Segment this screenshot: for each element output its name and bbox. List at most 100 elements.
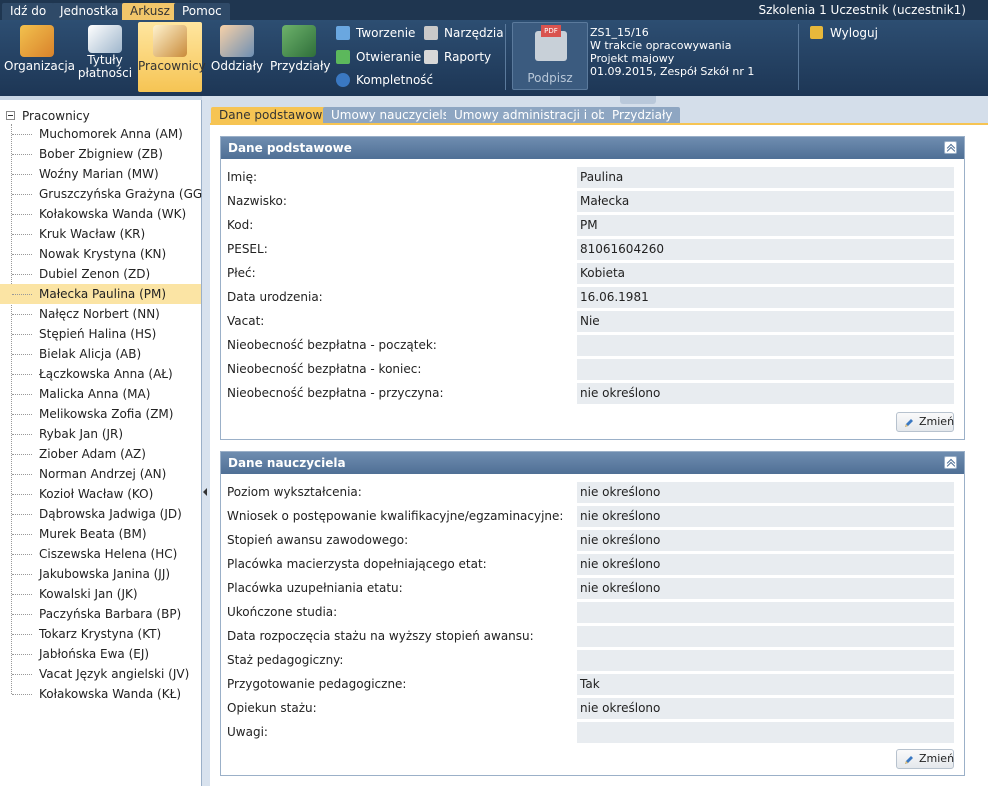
tree-item[interactable]: Muchomorek Anna (AM)	[0, 124, 201, 144]
assignments-icon	[282, 25, 316, 57]
field-value: nie określono	[577, 530, 954, 551]
main-area: Dane podstawowe Umowy nauczycielskie Umo…	[210, 96, 988, 786]
form-row: Opiekun stażu: nie określono	[221, 698, 964, 720]
field-value	[577, 722, 954, 743]
tree-item[interactable]: Łączkowska Anna (AŁ)	[0, 364, 201, 384]
collapse-up-icon[interactable]	[944, 456, 957, 469]
tree-item[interactable]: Murek Beata (BM)	[0, 524, 201, 544]
tree-item[interactable]: Paczyńska Barbara (BP)	[0, 604, 201, 624]
tree-item[interactable]: Woźny Marian (MW)	[0, 164, 201, 184]
field-label: Placówka uzupełniania etatu:	[227, 581, 403, 595]
tree-item[interactable]: Vacat Język angielski (JV)	[0, 664, 201, 684]
raporty-button[interactable]: Raporty	[422, 48, 491, 66]
form-row: Staż pedagogiczny:	[221, 650, 964, 672]
tree-item[interactable]: Gruszczyńska Grażyna (GG)	[0, 184, 207, 204]
wyloguj-button[interactable]: Wyloguj	[808, 24, 878, 42]
tree-root-pracownicy[interactable]: Pracownicy	[6, 108, 90, 124]
tree-item[interactable]: Ciszewska Helena (HC)	[0, 544, 201, 564]
tree-item[interactable]: Melikowska Zofia (ZM)	[0, 404, 201, 424]
tree-item[interactable]: Kozioł Wacław (KO)	[0, 484, 201, 504]
toolbar-collapse-handle[interactable]	[620, 96, 656, 104]
field-label: Stopień awansu zawodowego:	[227, 533, 409, 547]
tree-item[interactable]: Kowalski Jan (JK)	[0, 584, 201, 604]
tree-item[interactable]: Norman Andrzej (AN)	[0, 464, 201, 484]
tab-dane-podstawowe[interactable]: Dane podstawowe	[211, 107, 338, 123]
field-label: Nazwisko:	[227, 194, 287, 208]
form-row: Nieobecność bezpłatna - koniec:	[221, 359, 964, 381]
collapse-tree-icon[interactable]	[6, 111, 15, 120]
tree-item[interactable]: Bober Zbigniew (ZB)	[0, 144, 201, 164]
field-value: nie określono	[577, 554, 954, 575]
field-value	[577, 335, 954, 356]
field-label: Data urodzenia:	[227, 290, 323, 304]
project-name: Projekt majowy	[590, 52, 675, 65]
field-label: Imię:	[227, 170, 257, 184]
toolbar-separator	[505, 24, 506, 90]
kompletnosc-button[interactable]: Kompletność	[334, 71, 433, 89]
field-label: Data rozpoczęcia stażu na wyższy stopień…	[227, 629, 534, 643]
field-label: Nieobecność bezpłatna - koniec:	[227, 362, 422, 376]
field-label: Przygotowanie pedagogiczne:	[227, 677, 407, 691]
form-row: Uwagi:	[221, 722, 964, 744]
tree-item[interactable]: Rybak Jan (JR)	[0, 424, 201, 444]
tytuly-platnosci-button[interactable]: Tytuły płatności	[74, 22, 136, 92]
field-value: 81061604260	[577, 239, 954, 260]
tree-item[interactable]: Kołakowska Wanda (WK)	[0, 204, 201, 224]
completeness-icon	[336, 73, 350, 87]
field-value	[577, 359, 954, 380]
tree-item[interactable]: Tokarz Krystyna (KT)	[0, 624, 201, 644]
field-value: 16.06.1981	[577, 287, 954, 308]
menu-jednostka[interactable]: Jednostka	[52, 3, 127, 20]
reports-icon	[424, 50, 438, 64]
tools-icon	[424, 26, 438, 40]
left-panel-collapse-handle[interactable]	[202, 96, 210, 786]
tab-content: Dane podstawowe Imię: Paulina Nazwisko: Mał…	[210, 123, 988, 786]
tree-item[interactable]: Jakubowska Janina (JJ)	[0, 564, 201, 584]
zmien-button-basic[interactable]: Zmień	[896, 412, 954, 432]
podpisz-button[interactable]: Podpisz	[512, 22, 588, 90]
form-row: Nieobecność bezpłatna - początek:	[221, 335, 964, 357]
field-label: Staż pedagogiczny:	[227, 653, 344, 667]
tree-item[interactable]: Nałęcz Norbert (NN)	[0, 304, 201, 324]
menu-pomoc[interactable]: Pomoc	[174, 3, 230, 20]
form-row: Poziom wykształcenia: nie określono	[221, 482, 964, 504]
tree-item[interactable]: Stępień Halina (HS)	[0, 324, 201, 344]
menu-idz-do[interactable]: Idź do	[2, 3, 55, 20]
menu-arkusz[interactable]: Arkusz	[122, 3, 178, 20]
pencil-icon	[905, 419, 913, 427]
panel-dane-podstawowe: Dane podstawowe Imię: Paulina Nazwisko: Mał…	[220, 136, 965, 440]
tree-item[interactable]: Kołakowska Wanda (KŁ)	[0, 684, 201, 704]
pracownicy-button[interactable]: Pracownicy	[138, 22, 206, 92]
employees-icon	[153, 25, 187, 57]
tab-przydzialy[interactable]: Przydziały	[604, 107, 681, 123]
tree-item[interactable]: Dąbrowska Jadwiga (JD)	[0, 504, 201, 524]
organizacja-button[interactable]: Organizacja	[4, 22, 75, 92]
tree-item[interactable]: Malicka Anna (MA)	[0, 384, 201, 404]
form-row: Stopień awansu zawodowego: nie określono	[221, 530, 964, 552]
narzedzia-button[interactable]: Narzędzia	[422, 24, 504, 42]
form-row: Data urodzenia: 16.06.1981	[221, 287, 964, 309]
otwieranie-button[interactable]: Otwieranie	[334, 48, 421, 66]
tree-item[interactable]: Kruk Wacław (KR)	[0, 224, 201, 244]
tree-item[interactable]: Nowak Krystyna (KN)	[0, 244, 201, 264]
collapse-up-icon[interactable]	[944, 141, 957, 154]
field-label: Uwagi:	[227, 725, 268, 739]
zmien-button-teacher[interactable]: Zmień	[896, 749, 954, 769]
project-info: ZS1_15/16 W trakcie opracowywania Projek…	[590, 26, 754, 78]
field-value	[577, 626, 954, 647]
tworzenie-button[interactable]: Tworzenie	[334, 24, 415, 42]
tree-item[interactable]: Jabłońska Ewa (EJ)	[0, 644, 201, 664]
form-row: Ukończone studia:	[221, 602, 964, 624]
field-label: PESEL:	[227, 242, 268, 256]
form-row: Przygotowanie pedagogiczne: Tak	[221, 674, 964, 696]
tree-item[interactable]: Ziober Adam (AZ)	[0, 444, 201, 464]
form-row: Imię: Paulina	[221, 167, 964, 189]
form-row: Płeć: Kobieta	[221, 263, 964, 285]
field-value: PM	[577, 215, 954, 236]
form-row: Nazwisko: Małecka	[221, 191, 964, 213]
tree-item[interactable]: Dubiel Zenon (ZD)	[0, 264, 201, 284]
oddzialy-button[interactable]: Oddziały	[208, 22, 266, 92]
przydzialy-button[interactable]: Przydziały	[270, 22, 330, 92]
tree-item[interactable]: Bielak Alicja (AB)	[0, 344, 201, 364]
tree-item[interactable]: Małecka Paulina (PM)	[0, 284, 201, 304]
